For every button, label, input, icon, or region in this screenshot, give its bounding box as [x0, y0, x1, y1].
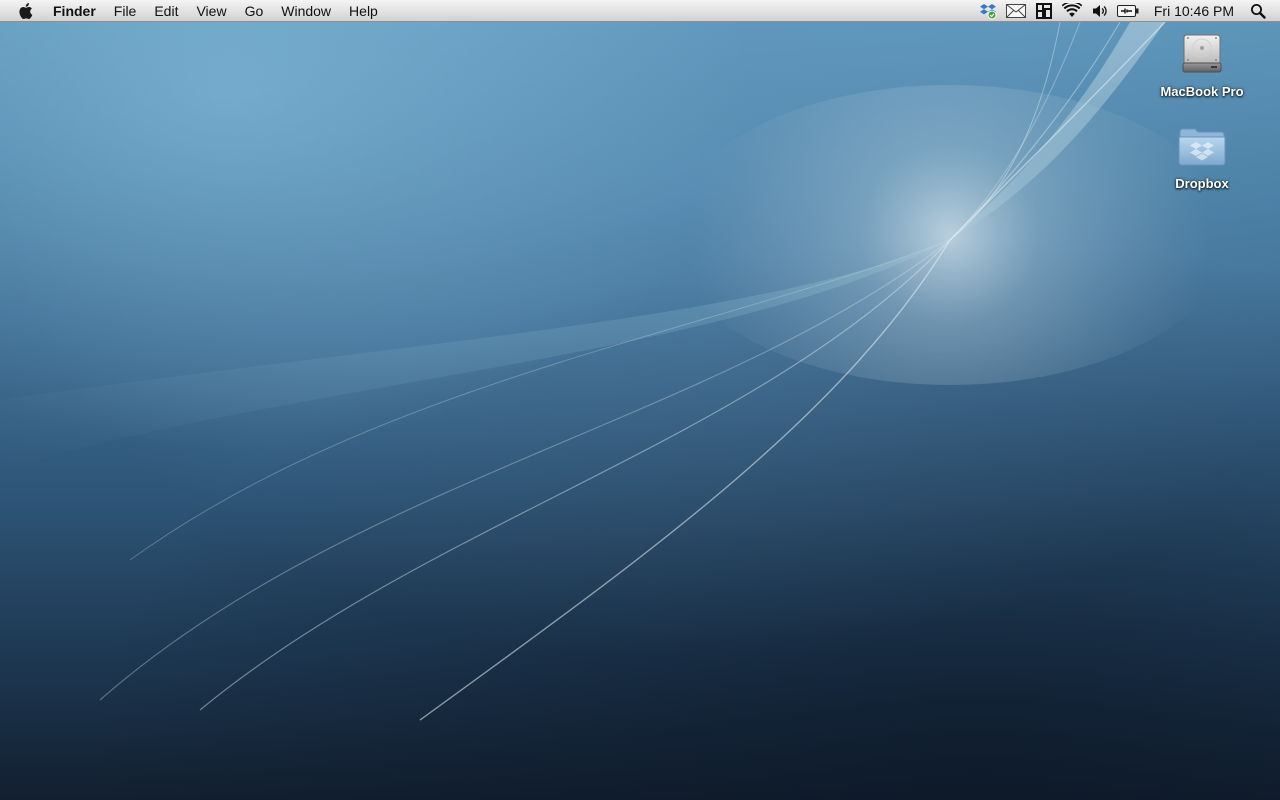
- app-status-icon[interactable]: [1033, 0, 1055, 22]
- menu-bar-right: Fri 10:46 PM: [974, 0, 1280, 22]
- menu-help[interactable]: Help: [340, 0, 387, 22]
- folder-icon: [1176, 120, 1228, 172]
- menu-go[interactable]: Go: [236, 0, 273, 22]
- menu-bar-left: Finder File Edit View Go Window Help: [0, 0, 387, 22]
- menu-window[interactable]: Window: [272, 0, 340, 22]
- hard-drive-icon: [1176, 28, 1228, 80]
- desktop-icon-macbook-pro[interactable]: MacBook Pro: [1154, 28, 1250, 99]
- desktop[interactable]: Finder File Edit View Go Window Help Fri…: [0, 0, 1280, 800]
- mail-icon[interactable]: [1005, 0, 1027, 22]
- wallpaper-waves: [0, 21, 1230, 721]
- desktop-icon-label: Dropbox: [1175, 176, 1229, 191]
- dropbox-status-icon[interactable]: [977, 0, 999, 22]
- apple-menu[interactable]: [0, 0, 44, 22]
- menu-edit[interactable]: Edit: [145, 0, 187, 22]
- volume-icon[interactable]: [1089, 0, 1111, 22]
- menu-view[interactable]: View: [187, 0, 235, 22]
- desktop-icon-dropbox[interactable]: Dropbox: [1154, 120, 1250, 191]
- desktop-icon-label: MacBook Pro: [1160, 84, 1244, 99]
- menu-file[interactable]: File: [105, 0, 146, 22]
- apple-icon: [19, 2, 33, 19]
- menu-clock[interactable]: Fri 10:46 PM: [1142, 0, 1244, 22]
- menu-app-name[interactable]: Finder: [44, 0, 105, 22]
- menu-bar: Finder File Edit View Go Window Help Fri…: [0, 0, 1280, 22]
- spotlight-search-icon[interactable]: [1247, 0, 1269, 22]
- battery-icon[interactable]: [1116, 0, 1139, 22]
- wifi-icon[interactable]: [1061, 0, 1083, 22]
